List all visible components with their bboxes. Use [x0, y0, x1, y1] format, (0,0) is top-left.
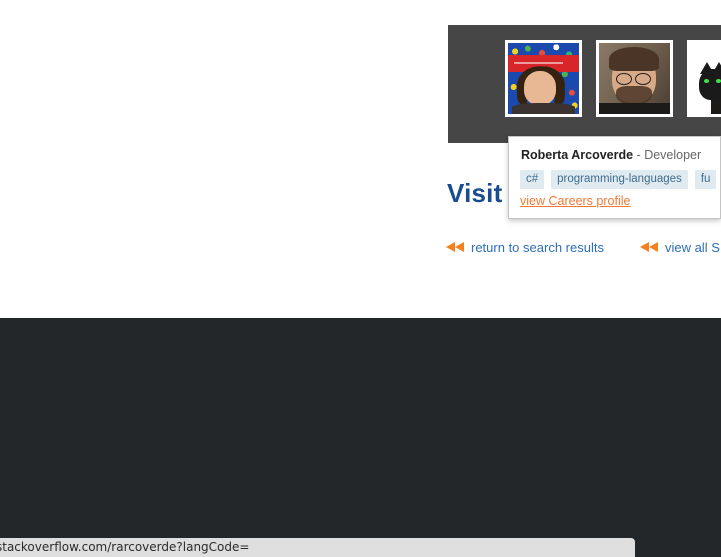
avatar-glasses-right	[634, 72, 651, 86]
popover-user-name: Roberta Arcoverde	[521, 148, 634, 162]
double-left-arrow-icon	[639, 242, 658, 253]
avatar-body	[512, 102, 575, 114]
cat-eye-left	[704, 79, 710, 83]
avatar-shirt	[599, 102, 670, 114]
return-to-search-results-label: return to search results	[471, 240, 604, 255]
tag-truncated[interactable]: fu	[694, 170, 717, 189]
avatar-hair	[608, 47, 659, 72]
avatar-face	[523, 71, 557, 106]
site-footer: tour help blog chat data legal privacy p…	[0, 318, 721, 557]
avatar-third-user[interactable]	[687, 40, 721, 117]
tag-programming-languages[interactable]: programming-languages	[551, 170, 688, 189]
browser-status-bar: stackoverflow.com/rarcoverde?langCode=	[0, 538, 635, 557]
user-hover-popover: Roberta Arcoverde - Developer c# program…	[508, 136, 721, 219]
view-careers-profile-link[interactable]: view Careers profile	[520, 194, 630, 208]
popover-tag-list: c# programming-languages fu	[520, 170, 717, 189]
view-all-link[interactable]: view all S	[639, 240, 720, 255]
avatar-second-user[interactable]	[596, 40, 673, 117]
avatar-roberta-arcoverde[interactable]	[505, 40, 582, 117]
cat-icon	[698, 61, 721, 100]
page-root: Roberta Arcoverde - Developer c# program…	[0, 0, 721, 557]
tag-csharp[interactable]: c#	[520, 170, 545, 189]
popover-user-role: Developer	[644, 148, 702, 162]
page-title: Visit	[447, 178, 503, 208]
double-left-arrow-icon	[446, 242, 464, 253]
featured-users-strip	[448, 25, 721, 143]
view-all-label: view all S	[664, 240, 720, 255]
popover-separator: -	[633, 148, 645, 162]
status-bar-url: stackoverflow.com/rarcoverde?langCode=	[0, 540, 250, 554]
popover-name-row: Roberta Arcoverde - Developer	[521, 148, 701, 162]
cat-eye-right	[716, 79, 721, 83]
popover-arrow-icon	[537, 136, 555, 137]
return-to-search-results-link[interactable]: return to search results	[446, 240, 604, 255]
avatar-row	[505, 40, 721, 117]
navigation-links-row: return to search results view all S	[446, 240, 720, 255]
